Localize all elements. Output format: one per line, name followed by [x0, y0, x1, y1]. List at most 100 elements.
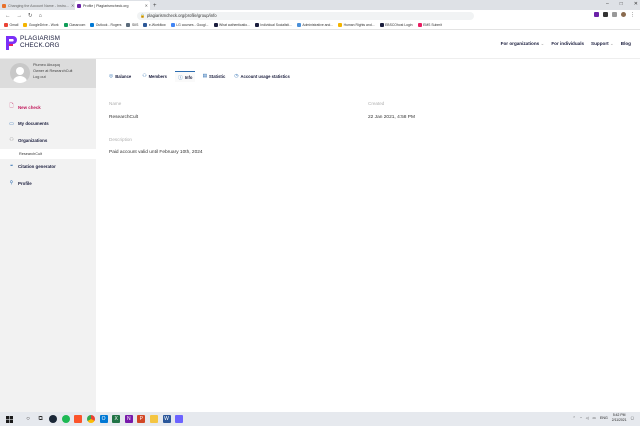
- tab-title: Changing the Account Name - Instru...: [8, 3, 69, 8]
- outlook-icon[interactable]: O: [99, 415, 108, 423]
- nav-support[interactable]: Support ⌄: [591, 41, 614, 47]
- bookmark-item[interactable]: Outlook - Rogers: [90, 23, 121, 27]
- nav-label: For individuals: [551, 41, 585, 46]
- brave-icon[interactable]: [74, 415, 83, 423]
- chevron-up-icon[interactable]: ⌃: [573, 416, 576, 420]
- spotify-icon[interactable]: [61, 415, 70, 423]
- home-icon[interactable]: ⌂: [39, 13, 42, 19]
- browser-tab-2[interactable]: Profile | Plagiarismcheck.org ✕: [75, 1, 150, 10]
- sidebar-item-profile[interactable]: ⚲ Profile: [0, 175, 96, 192]
- browser-extensions: ⋮: [594, 12, 635, 18]
- nav-for-organizations[interactable]: For organizations ⌄: [501, 41, 545, 47]
- powerpoint-icon[interactable]: P: [137, 415, 146, 423]
- bookmark-icon: [23, 23, 28, 27]
- app-icon[interactable]: [175, 415, 184, 423]
- forward-icon[interactable]: →: [17, 13, 23, 19]
- close-tab-icon[interactable]: ✕: [71, 3, 74, 8]
- bookmark-item[interactable]: EBSCOhost Login: [379, 23, 413, 27]
- sidebar: Plumeo Abuquq Owner at ResearchCult Log …: [0, 59, 96, 412]
- tab-label: Statistic: [209, 74, 226, 79]
- site-logo[interactable]: PLAGIARISM CHECK.ORG: [6, 36, 60, 50]
- bookmark-item[interactable]: Classroom: [63, 23, 85, 27]
- notifications-icon[interactable]: ▢: [631, 416, 634, 420]
- extension-icon[interactable]: [603, 12, 608, 17]
- steam-icon[interactable]: [49, 415, 58, 423]
- menu-icon[interactable]: ⋮: [630, 12, 635, 18]
- tab-label: Members: [148, 74, 167, 79]
- maximize-icon[interactable]: □: [620, 1, 623, 7]
- nav-blog[interactable]: Blog: [621, 41, 631, 47]
- bookmark-item[interactable]: e-Workflow: [143, 23, 166, 27]
- description-label: Description: [109, 137, 132, 142]
- network-icon[interactable]: ◔: [580, 416, 582, 420]
- browser-tab-1[interactable]: Changing the Account Name - Instru... ✕: [0, 1, 75, 10]
- minimize-icon[interactable]: –: [606, 1, 609, 7]
- windows-start-icon[interactable]: [2, 415, 16, 423]
- nav-label: Support: [591, 41, 609, 46]
- bookmark-label: Outlook - Rogers: [95, 23, 122, 27]
- bookmark-icon: [254, 23, 259, 27]
- bookmark-item[interactable]: EMS Submit: [417, 23, 442, 27]
- nav-for-individuals[interactable]: For individuals: [551, 41, 584, 47]
- close-tab-icon[interactable]: ✕: [145, 3, 148, 8]
- bookmark-item[interactable]: SIIS: [126, 23, 138, 27]
- bookmark-item[interactable]: GoogleDrive - Work: [23, 23, 59, 27]
- bookmark-item[interactable]: Individual Socialisti...: [254, 23, 292, 27]
- avatar-head: [16, 67, 24, 75]
- user-name: Plumeo Abuquq: [33, 63, 60, 67]
- excel-icon[interactable]: X: [112, 415, 121, 423]
- clock[interactable]: 5:42 PM 2/11/2021: [612, 413, 627, 423]
- back-icon[interactable]: ←: [5, 13, 11, 19]
- reload-icon[interactable]: ↻: [28, 13, 33, 19]
- system-tray: ⌃ ◔ ◁ ▭ ENG 5:42 PM 2/11/2021 ▢: [573, 413, 634, 423]
- bookmark-item[interactable]: LG courses - Googl...: [170, 23, 209, 27]
- nav-label: For organizations: [500, 41, 540, 46]
- bookmark-icon: [338, 23, 343, 27]
- bookmark-label: SIIS: [131, 23, 139, 27]
- sidebar-item-organizations[interactable]: ⚇ Organizations: [0, 132, 96, 149]
- new-tab-icon[interactable]: +: [153, 3, 157, 9]
- file-explorer-icon[interactable]: [149, 415, 158, 423]
- tab-favicon: [77, 3, 81, 8]
- word-icon[interactable]: W: [162, 415, 171, 423]
- bookmark-label: EBSCOhost Login: [385, 23, 413, 27]
- sidebar-subitem-researchcult[interactable]: ResearchCult: [0, 148, 96, 159]
- task-view-icon[interactable]: ⧉: [37, 415, 45, 423]
- chrome-icon[interactable]: [86, 415, 95, 423]
- tab-balance[interactable]: ◎ Balance: [106, 71, 134, 82]
- language-indicator[interactable]: ENG: [600, 416, 608, 420]
- tab-members[interactable]: ⚇ Members: [139, 71, 170, 82]
- site-header: PLAGIARISM CHECK.ORG For organizations ⌄…: [0, 30, 640, 59]
- battery-icon[interactable]: ▭: [593, 416, 596, 420]
- bookmark-label: Administrative and...: [302, 23, 334, 27]
- tab-statistic[interactable]: ▤ Statistic: [199, 71, 228, 82]
- bookmark-item[interactable]: Human Rights and...: [338, 23, 375, 27]
- extension-icon[interactable]: [612, 12, 617, 17]
- user-card: Plumeo Abuquq Owner at ResearchCult Log …: [0, 59, 96, 88]
- bookmark-label: What authenticatio...: [219, 23, 250, 27]
- bookmark-item[interactable]: Administrative and...: [296, 23, 334, 27]
- chevron-down-icon: ⌄: [609, 41, 614, 46]
- bookmark-item[interactable]: What authenticatio...: [213, 23, 250, 27]
- close-window-icon[interactable]: ✕: [634, 1, 638, 7]
- sidebar-item-citation-generator[interactable]: ❝ Citation generator: [0, 159, 96, 176]
- search-icon[interactable]: ○: [24, 415, 32, 423]
- avatar: [10, 63, 30, 83]
- profile-avatar-icon[interactable]: [621, 12, 626, 17]
- onenote-icon[interactable]: N: [124, 415, 133, 423]
- tab-info[interactable]: ⓘ Info: [174, 71, 196, 82]
- volume-icon[interactable]: ◁: [586, 416, 589, 420]
- logout-link[interactable]: Log out: [33, 75, 46, 79]
- tab-account-usage-statistics[interactable]: ◷ Account usage statistics: [231, 71, 293, 82]
- bookmark-icon: [417, 23, 422, 27]
- sidebar-item-label: Profile: [18, 180, 32, 186]
- sidebar-item-my-documents[interactable]: ▭ My documents: [0, 116, 96, 133]
- url-input[interactable]: 🔒 plagiarismcheck.org/profile/group/info: [137, 11, 474, 20]
- sidebar-item-new-check[interactable]: 🗋 New check: [0, 99, 96, 116]
- logo-text: PLAGIARISM CHECK.ORG: [20, 36, 60, 49]
- tab-title: Profile | Plagiarismcheck.org: [83, 3, 129, 8]
- bookmark-item[interactable]: Gmail: [4, 23, 18, 27]
- main-content: ◎ Balance ⚇ Members ⓘ Info ▤ Statistic ◷…: [96, 59, 640, 412]
- extension-icon[interactable]: [594, 12, 599, 17]
- description-value: Paid account valid until February 10th, …: [109, 150, 203, 155]
